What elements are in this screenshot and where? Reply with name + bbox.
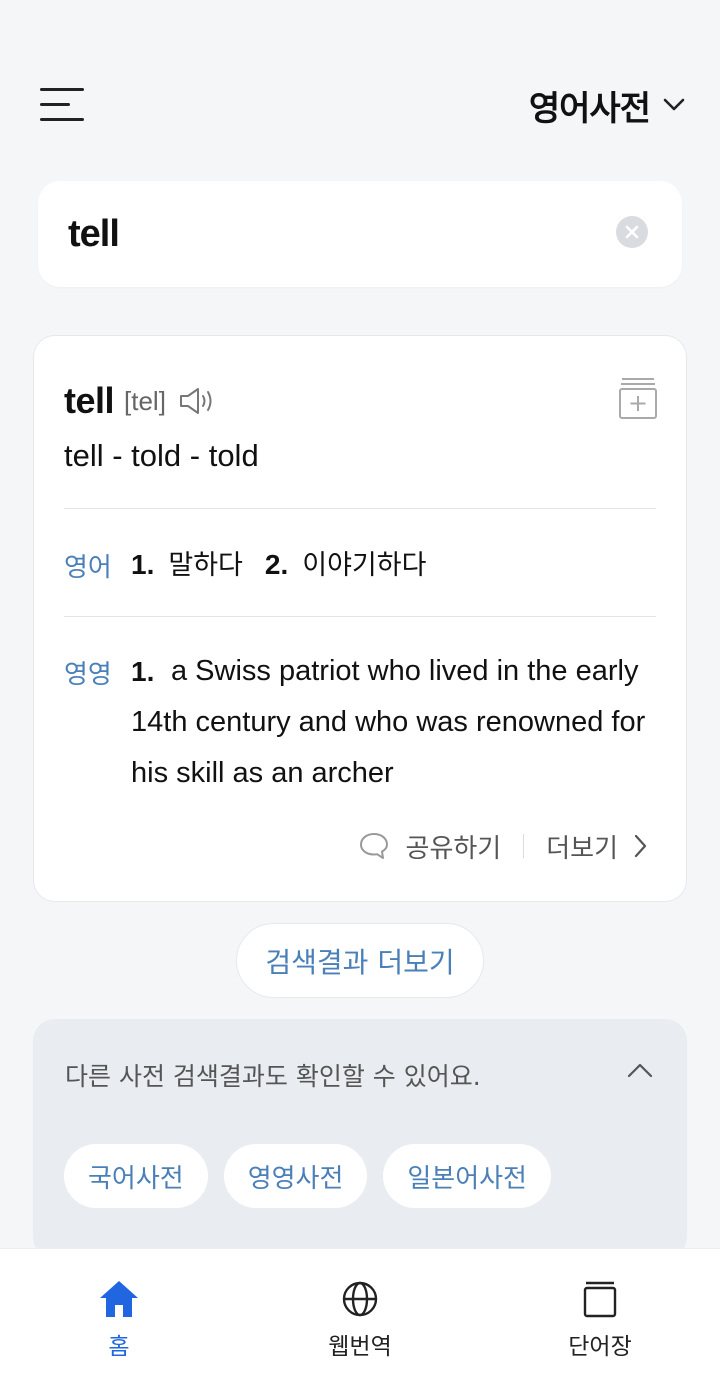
header: 영어사전 [0, 60, 720, 150]
korean-definitions: 1. 말하다 2. 이야기하다 [131, 539, 448, 591]
bottom-nav: 홈 웹번역 단어장 [0, 1248, 720, 1383]
search-input[interactable] [68, 203, 608, 265]
phonetic: [tel] [124, 385, 166, 416]
meaning-number: 2. [264, 549, 289, 580]
card-actions: 공유하기 더보기 [358, 826, 650, 866]
dictionary-selector-label: 영어사전 [528, 88, 651, 129]
result-card: tell [tel] tell - told - told 영어 1. 말하다 … [33, 335, 687, 902]
share-label: 공유하기 [405, 833, 502, 864]
other-dictionaries-message: 다른 사전 검색결과도 확인할 수 있어요. [65, 1062, 481, 1091]
divider [64, 616, 656, 617]
home-icon [100, 1281, 138, 1317]
globe-icon [342, 1281, 378, 1317]
korean-def-tag: 영어 [64, 553, 112, 583]
clear-search-button[interactable] [616, 216, 648, 248]
entry-header: tell [tel] [64, 378, 218, 424]
other-dictionaries-panel: 다른 사전 검색결과도 확인할 수 있어요. 국어사전 영영사전 일본어사전 [33, 1019, 687, 1259]
wordbook-icon [583, 1281, 617, 1318]
close-icon [625, 225, 639, 239]
more-label: 더보기 [546, 833, 618, 864]
nav-web-translate-label: 웹번역 [328, 1334, 392, 1360]
nav-web-translate[interactable]: 웹번역 [280, 1279, 440, 1360]
collapse-button[interactable] [625, 1059, 655, 1083]
menu-icon[interactable] [36, 82, 92, 128]
meaning-number: 1. [131, 549, 155, 580]
word-forms: tell - told - told [64, 438, 259, 473]
more-results-button[interactable]: 검색결과 더보기 [236, 923, 484, 998]
search-box [38, 181, 682, 287]
korean-definition-row: 영어 1. 말하다 2. 이야기하다 [64, 539, 664, 591]
wordbook-add-icon [619, 378, 657, 419]
chevron-right-icon [634, 834, 647, 858]
english-def-text: a Swiss patriot who lived in the early 1… [131, 655, 646, 789]
nav-home-label: 홈 [108, 1334, 130, 1360]
chip-japanese-dictionary[interactable]: 일본어사전 [383, 1144, 551, 1208]
share-button[interactable]: 공유하기 [358, 828, 502, 865]
add-to-wordbook-button[interactable] [618, 376, 658, 420]
chip-english-english-dictionary[interactable]: 영영사전 [223, 1144, 368, 1208]
speech-bubble-icon [359, 833, 388, 859]
speaker-icon [179, 388, 212, 414]
dictionary-chips: 국어사전 영영사전 일본어사전 [64, 1144, 567, 1208]
more-button[interactable]: 더보기 [546, 828, 650, 865]
chevron-down-icon [663, 98, 685, 111]
meaning-text[interactable]: 말하다 [168, 550, 243, 581]
nav-wordbook[interactable]: 단어장 [520, 1279, 680, 1360]
headword[interactable]: tell [64, 380, 115, 422]
pronunciation-button[interactable] [178, 386, 218, 416]
english-definition-row: 영영 1. a Swiss patriot who lived in the e… [64, 646, 664, 806]
nav-wordbook-label: 단어장 [568, 1334, 632, 1360]
english-def-tag: 영영 [64, 660, 112, 690]
meaning-text[interactable]: 이야기하다 [302, 550, 426, 581]
dictionary-selector[interactable]: 영어사전 [528, 82, 686, 129]
dictionary-page: 영어사전 tell [tel] [0, 0, 720, 1383]
chip-korean-dictionary[interactable]: 국어사전 [64, 1144, 208, 1208]
chevron-up-icon [627, 1063, 653, 1078]
nav-home[interactable]: 홈 [39, 1279, 199, 1360]
divider [64, 508, 656, 509]
action-separator [523, 834, 525, 858]
